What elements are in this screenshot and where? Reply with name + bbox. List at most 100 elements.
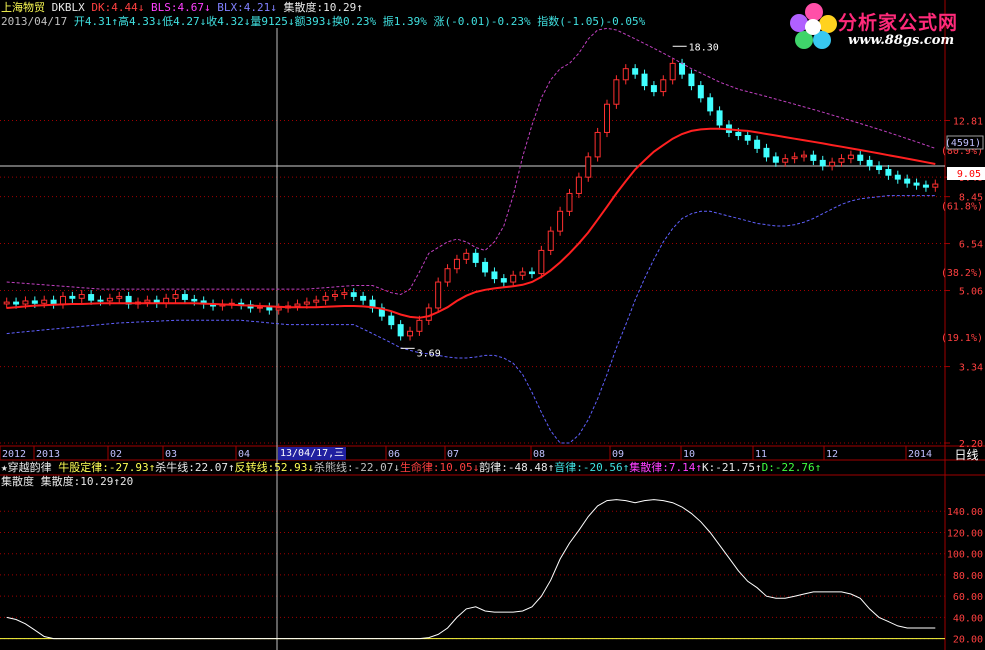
sub-indicator-value: 集散度:10.29↑20 <box>40 475 134 488</box>
bls-value: BLS:4.67↓ <box>150 1 211 14</box>
y-tick-label: 6.54 <box>959 240 983 251</box>
quote-index: 指数(-1.05)-0.05% <box>537 15 646 28</box>
candle-body <box>538 249 545 275</box>
chart-header-line1: 上海物贸 DKBLX DK:4.44↓ BLS:4.67↓ BLX:4.21↓ … <box>1 1 363 14</box>
y-tick-label: 5.06 <box>959 287 983 298</box>
candle-body <box>181 294 188 300</box>
candle-body <box>397 324 404 337</box>
chart-grid <box>0 119 945 640</box>
chart-header-line2: 2013/04/17 开4.31↑高4.33↓低4.27↓收4.32↓量9125… <box>1 15 645 28</box>
candle-body <box>116 295 123 299</box>
candle-body <box>3 301 10 305</box>
candle-body <box>641 73 648 87</box>
candle-body <box>547 230 554 251</box>
quote-date: 2013/04/17 <box>1 15 68 28</box>
candle-body <box>144 299 151 303</box>
candle-body <box>294 303 301 307</box>
candle-body <box>660 79 667 93</box>
candle-body <box>632 68 639 75</box>
sub-y-tick-label: 80.00 <box>953 571 983 582</box>
candle-body <box>172 294 179 299</box>
candle-body <box>932 183 939 188</box>
candle-body <box>275 307 282 311</box>
candle-body <box>50 299 57 305</box>
indicator-title[interactable]: ★穿越韵律 <box>1 461 52 474</box>
candle-body <box>31 300 38 304</box>
price-tag: 9.05 <box>957 169 981 180</box>
y-tick-label: 12.81 <box>953 116 983 127</box>
candle-body <box>688 73 695 87</box>
sub-indicator-title[interactable]: 集散度 <box>1 475 34 488</box>
candle-body <box>350 292 357 297</box>
candle-body <box>913 182 920 186</box>
candle-body <box>557 210 564 232</box>
x-tick-label: 11 <box>755 449 767 460</box>
candle-body <box>22 300 29 305</box>
sound-label: 音律:-20.56↑ <box>554 461 630 474</box>
candle-body <box>78 294 85 299</box>
candle-body <box>97 299 104 302</box>
chart-axes <box>0 0 985 650</box>
quote-close: 收4.32↓ <box>206 15 251 28</box>
candle-body <box>782 158 789 163</box>
candle-body <box>510 274 517 283</box>
stock-chart[interactable]: 12.819.408.456.545.063.342.20(80.9%)(61.… <box>0 0 985 650</box>
y-pct-label: (38.2%) <box>941 268 983 279</box>
candle-body <box>697 85 704 99</box>
candle-body <box>41 299 48 304</box>
candle-body <box>500 278 507 283</box>
candle-body <box>829 161 836 167</box>
candle-body <box>435 281 442 309</box>
candle-body <box>679 62 686 75</box>
candle-body <box>407 330 414 337</box>
x-tick-label: 2013 <box>36 449 60 460</box>
candle-body <box>106 297 113 302</box>
quote-amount: 额393↓ <box>294 15 332 28</box>
kill-bear-label: 杀熊线:-22.07↓ <box>313 461 400 474</box>
jsl-label: 集散律:7.14↑ <box>629 461 703 474</box>
blx-line <box>6 195 936 444</box>
stock-name[interactable]: 上海物贸 <box>1 1 45 14</box>
x-tick-label: 2014 <box>908 449 932 460</box>
candle-body <box>482 261 489 273</box>
sub-y-tick-label: 60.00 <box>953 592 983 603</box>
bull-label: 牛股定律:-27.93↑ <box>58 461 156 474</box>
candle-body <box>444 268 451 283</box>
reverse-label: 反转线:52.93↓ <box>234 461 314 474</box>
x-tick-label: 02 <box>110 449 122 460</box>
x-tick-label: 09 <box>612 449 624 460</box>
candle-body <box>585 156 592 178</box>
bls-line <box>6 27 936 296</box>
jsd-value: 集散度:10.29↑ <box>283 1 363 14</box>
candle-body <box>847 154 854 160</box>
candle-body <box>716 110 723 126</box>
high-annotation: 18.30 <box>689 42 719 53</box>
site-logo[interactable]: 分析家公式网 www.88gs.com <box>790 2 982 54</box>
candle-body <box>838 158 845 163</box>
blx-value: BLX:4.21↓ <box>217 1 277 14</box>
y-pct-label: (61.8%) <box>941 202 983 213</box>
x-tick-label: 07 <box>447 449 459 460</box>
candle-body <box>313 299 320 303</box>
axis-labels: 12.819.408.456.545.063.342.20(80.9%)(61.… <box>2 42 985 646</box>
candle-body <box>885 169 892 176</box>
cursor-date-badge: 13/04/17,三 <box>278 447 347 460</box>
dk-value: DK:4.44↓ <box>91 1 145 14</box>
candle-body <box>791 156 798 160</box>
candle-body <box>88 294 95 301</box>
quote-turnover: 换0.23% <box>331 15 377 28</box>
life-label: 生命律:10.05↓ <box>399 461 480 474</box>
period-button[interactable]: 日线 <box>948 447 985 463</box>
candle-body <box>810 154 817 161</box>
quote-volume: 量9125↓ <box>250 15 295 28</box>
sub-indicator-legend: 集散度 集散度:10.29↑20 <box>1 475 133 488</box>
candle-body <box>800 154 807 158</box>
candle-body <box>772 156 779 163</box>
sub-y-tick-label: 40.00 <box>953 613 983 624</box>
flower-icon <box>790 3 837 49</box>
candle-body <box>425 307 432 321</box>
quote-open: 开4.31↑ <box>73 15 118 28</box>
candle-body <box>266 306 273 311</box>
candle-body <box>191 298 198 302</box>
x-tick-label: 2012 <box>2 449 26 460</box>
